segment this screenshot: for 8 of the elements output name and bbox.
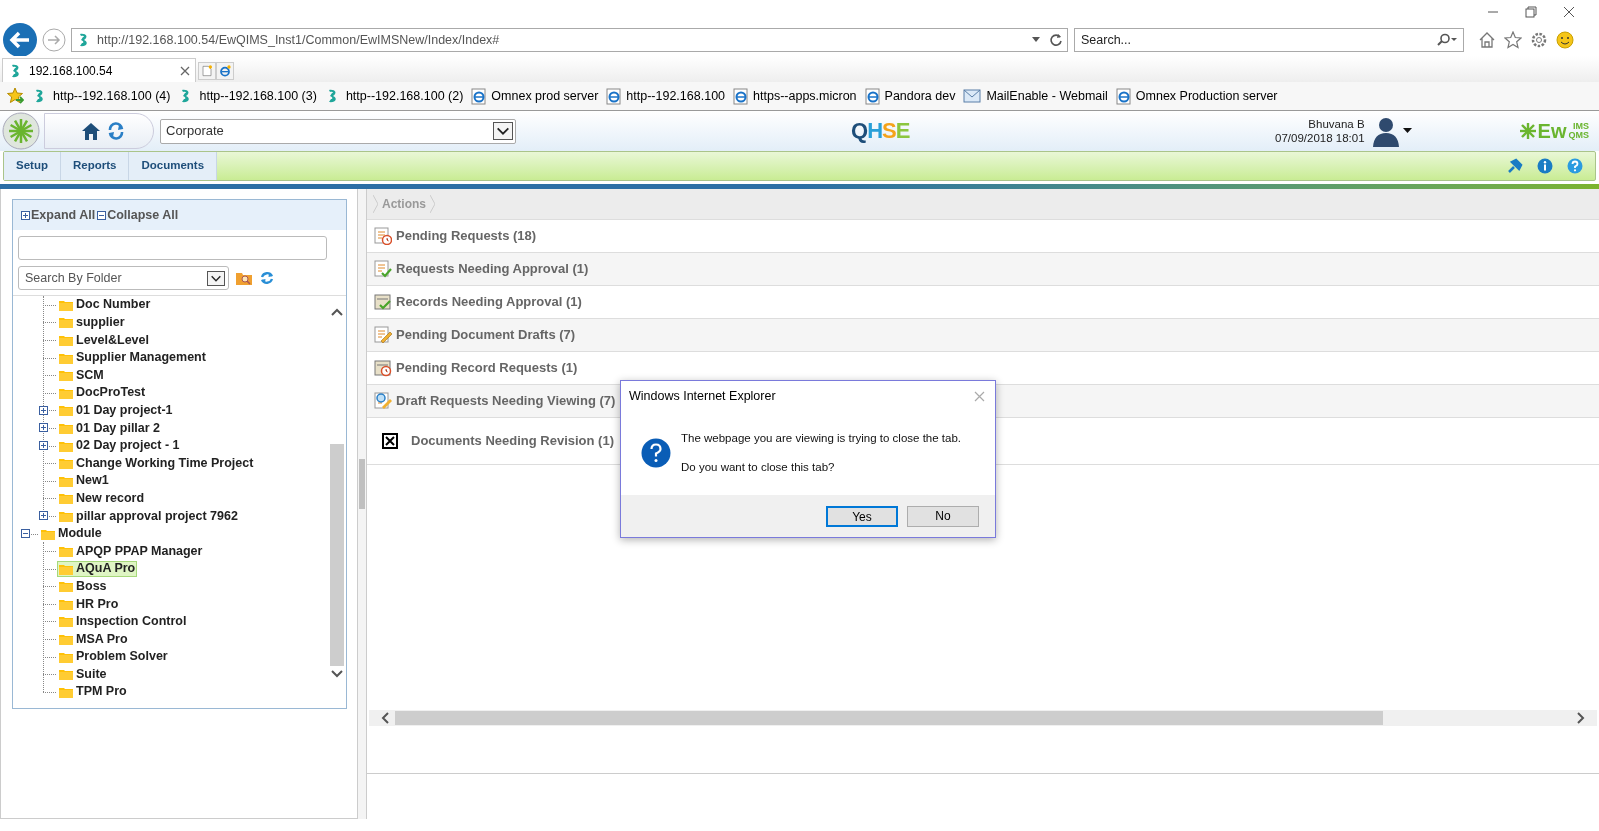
qhse-logo: QHSE <box>851 120 910 142</box>
dialog-question: Do you want to close this tab? <box>681 460 836 475</box>
url-text: http://192.168.100.54/EwQIMS_Inst1/Common/EwIMSNew/Index/Index# <box>97 31 500 49</box>
login-datetime: 07/09/2018 18:01 <box>1275 131 1365 145</box>
tab-title: 192.168.100.54 <box>29 62 114 80</box>
dialog-message: The webpage you are viewing is trying to close the tab. <box>681 430 961 446</box>
dialog-title: Windows Internet Explorer <box>629 387 776 405</box>
user-name: Bhuvana B <box>1308 117 1365 131</box>
